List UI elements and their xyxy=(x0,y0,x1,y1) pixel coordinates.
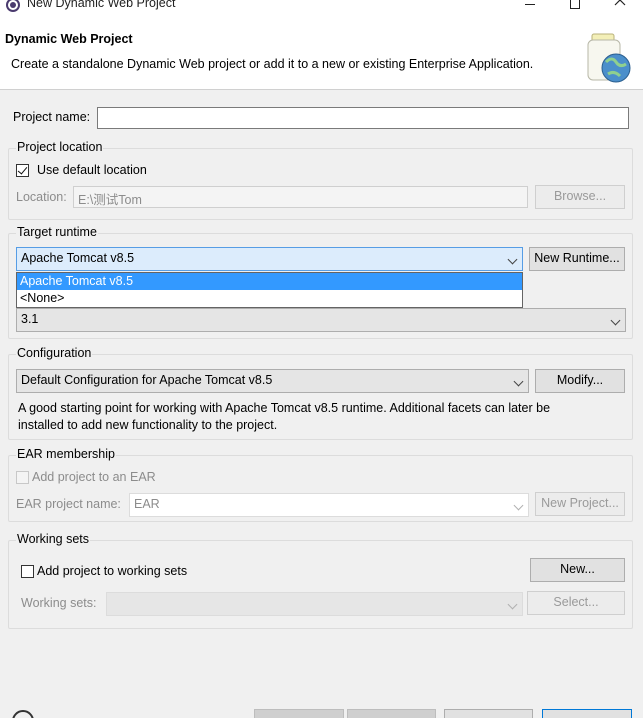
window-title: New Dynamic Web Project xyxy=(27,0,176,10)
add-to-ear-label: Add project to an EAR xyxy=(32,470,156,484)
target-runtime-dropdown: Apache Tomcat v8.5 <None> xyxy=(16,272,523,308)
target-runtime-title: Target runtime xyxy=(16,225,98,239)
web-project-wizard-icon xyxy=(587,33,631,83)
use-default-location-label: Use default location xyxy=(37,163,147,177)
configuration-description-line1: A good starting point for working with A… xyxy=(18,401,551,415)
project-location-group xyxy=(8,148,633,220)
ear-project-name-combo[interactable]: EAR xyxy=(129,493,529,517)
back-button[interactable] xyxy=(254,709,344,718)
close-button[interactable] xyxy=(600,0,640,14)
chevron-down-icon xyxy=(513,500,524,511)
target-runtime-selected: Apache Tomcat v8.5 xyxy=(21,251,135,265)
module-version-combo[interactable]: 3.1 xyxy=(16,308,626,332)
chevron-down-icon xyxy=(610,315,621,326)
modify-button[interactable]: Modify... xyxy=(535,369,625,393)
maximize-icon xyxy=(570,0,580,9)
checkmark-icon xyxy=(17,164,28,175)
chevron-down-icon xyxy=(507,599,518,610)
wizard-description: Create a standalone Dynamic Web project … xyxy=(11,57,534,71)
location-label: Location: xyxy=(16,190,67,204)
project-location-title: Project location xyxy=(16,140,104,154)
working-sets-combo[interactable] xyxy=(106,592,523,616)
add-to-working-sets-checkbox[interactable] xyxy=(21,565,34,578)
dropdown-option[interactable]: <None> xyxy=(17,290,522,307)
eclipse-icon xyxy=(6,0,20,12)
new-project-button[interactable]: New Project... xyxy=(535,492,625,516)
ear-membership-title: EAR membership xyxy=(16,447,116,461)
new-runtime-button[interactable]: New Runtime... xyxy=(529,247,625,271)
maximize-button[interactable] xyxy=(555,0,595,14)
location-field[interactable]: E:\测试Tom xyxy=(73,186,528,208)
working-sets-label: Working sets: xyxy=(21,596,97,610)
project-name-label: Project name: xyxy=(13,110,91,124)
select-working-sets-button[interactable]: Select... xyxy=(527,591,625,615)
wizard-heading: Dynamic Web Project xyxy=(5,32,133,46)
chevron-down-icon xyxy=(507,254,518,265)
use-default-location-checkbox[interactable] xyxy=(16,164,29,177)
minimize-button[interactable] xyxy=(510,0,550,14)
chevron-down-icon xyxy=(513,376,524,387)
add-to-ear-checkbox[interactable] xyxy=(16,471,29,484)
ear-project-name-label: EAR project name: xyxy=(16,497,121,511)
working-sets-title: Working sets xyxy=(16,532,91,546)
module-version-selected: 3.1 xyxy=(21,312,39,326)
title-bar: New Dynamic Web Project xyxy=(0,0,643,14)
target-runtime-combo[interactable]: Apache Tomcat v8.5 xyxy=(16,247,523,271)
cancel-button[interactable] xyxy=(542,709,632,718)
configuration-title: Configuration xyxy=(16,346,93,360)
next-button[interactable] xyxy=(347,709,436,718)
configuration-selected: Default Configuration for Apache Tomcat … xyxy=(21,373,273,387)
configuration-combo[interactable]: Default Configuration for Apache Tomcat … xyxy=(16,369,529,393)
add-to-working-sets-label: Add project to working sets xyxy=(37,564,188,578)
dropdown-option[interactable]: Apache Tomcat v8.5 xyxy=(17,273,522,290)
new-working-set-button[interactable]: New... xyxy=(530,558,625,582)
minimize-icon xyxy=(525,4,535,5)
close-icon xyxy=(614,0,626,6)
finish-button[interactable] xyxy=(444,709,533,718)
browse-button[interactable]: Browse... xyxy=(535,185,625,209)
project-name-input[interactable] xyxy=(97,107,629,129)
ear-project-name-value: EAR xyxy=(134,497,160,511)
help-icon[interactable] xyxy=(12,710,34,718)
configuration-description-line2: installed to add new functionality to th… xyxy=(18,418,278,432)
wizard-banner: Dynamic Web Project Create a standalone … xyxy=(0,14,643,90)
